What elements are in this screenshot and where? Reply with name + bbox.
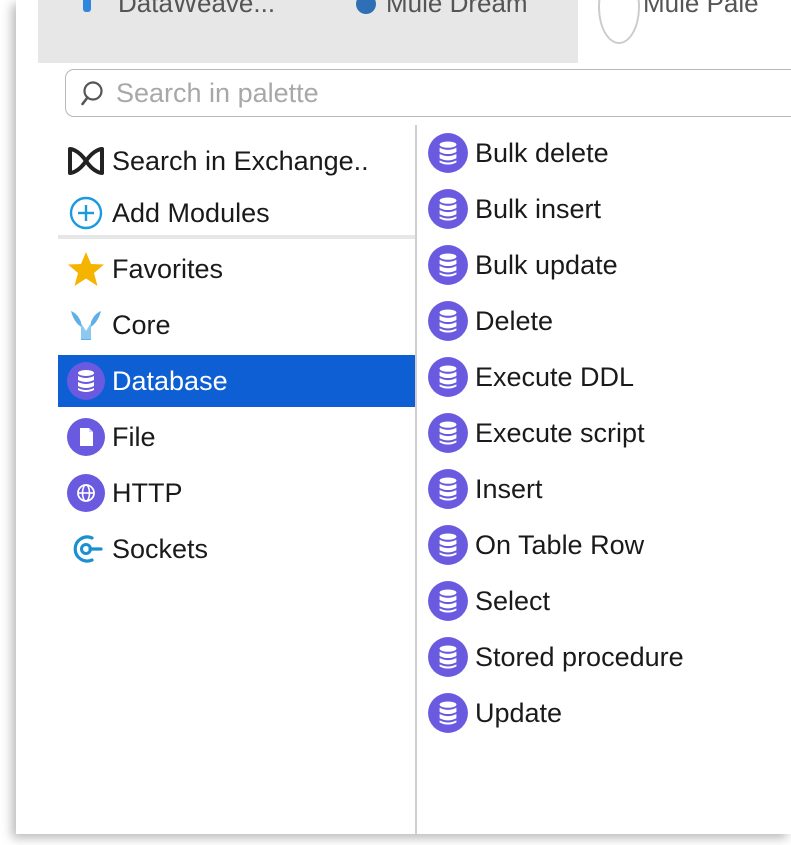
operation-label: Select	[475, 585, 551, 616]
category-search-exchange[interactable]: Search in Exchange..	[58, 135, 416, 187]
tab-mule-dream[interactable]: Mule Dream	[386, 0, 528, 18]
database-icon	[428, 245, 468, 285]
operation-label: Insert	[475, 473, 543, 504]
category-favorites[interactable]: Favorites	[58, 243, 416, 295]
search-input[interactable]	[116, 76, 716, 110]
category-label: Search in Exchange..	[112, 145, 369, 176]
operation-update[interactable]: Update	[418, 687, 791, 739]
editor-tab-bar: DataWeave... Mule Dream Mule Pale	[38, 0, 791, 63]
database-icon	[428, 525, 468, 565]
operation-execute-ddl[interactable]: Execute DDL	[418, 351, 791, 403]
category-label: File	[112, 421, 156, 452]
operation-bulk-update[interactable]: Bulk update	[418, 239, 791, 291]
operation-label: Delete	[475, 305, 554, 336]
database-icon	[428, 189, 468, 229]
operation-bulk-insert[interactable]: Bulk insert	[418, 183, 791, 235]
operation-list: Bulk delete Bulk insert Bulk update Dele…	[418, 125, 791, 834]
category-label: Add Modules	[112, 197, 270, 228]
palette-window: DataWeave... Mule Dream Mule Pale Search…	[16, 0, 791, 834]
operation-bulk-delete[interactable]: Bulk delete	[418, 127, 791, 179]
operation-label: Execute script	[475, 417, 645, 448]
operation-stored-procedure[interactable]: Stored procedure	[418, 631, 791, 683]
dataweave-tab-icon	[83, 0, 91, 12]
category-database[interactable]: Database	[58, 355, 416, 407]
operation-delete[interactable]: Delete	[418, 295, 791, 347]
inactive-tabs: DataWeave... Mule Dream	[38, 0, 578, 63]
category-divider	[58, 235, 416, 239]
mule-tab-icon	[356, 0, 376, 14]
pane-divider[interactable]	[415, 125, 417, 834]
operation-label: Update	[475, 697, 563, 728]
file-icon	[66, 417, 106, 457]
operation-label: On Table Row	[475, 529, 645, 560]
operation-label: Stored procedure	[475, 641, 684, 672]
operation-on-table-row[interactable]: On Table Row	[418, 519, 791, 571]
database-icon	[428, 301, 468, 341]
palette-search	[65, 69, 791, 117]
category-sockets[interactable]: Sockets	[58, 523, 416, 575]
plus-circle-icon	[66, 193, 106, 233]
database-icon	[428, 357, 468, 397]
database-icon	[428, 693, 468, 733]
operation-label: Bulk insert	[475, 193, 602, 224]
category-file[interactable]: File	[58, 411, 416, 463]
category-label: Favorites	[112, 253, 224, 284]
category-label: Core	[112, 309, 171, 340]
search-icon	[81, 81, 103, 106]
category-label: Sockets	[112, 533, 209, 564]
category-http[interactable]: HTTP	[58, 467, 416, 519]
database-icon	[428, 413, 468, 453]
operation-label: Bulk update	[475, 249, 618, 280]
database-icon	[428, 581, 468, 621]
tab-mule-palette[interactable]: Mule Pale	[643, 0, 759, 18]
exchange-icon	[66, 141, 106, 181]
palette-tab-icon	[598, 0, 640, 44]
database-icon	[66, 361, 106, 401]
operation-insert[interactable]: Insert	[418, 463, 791, 515]
database-icon	[428, 133, 468, 173]
mule-core-icon	[66, 305, 106, 345]
palette-categories: Search in Exchange.. Add Modules Favorit…	[58, 125, 416, 834]
operation-select[interactable]: Select	[418, 575, 791, 627]
category-add-modules[interactable]: Add Modules	[58, 187, 416, 239]
category-label: HTTP	[112, 477, 183, 508]
category-label: Database	[112, 365, 228, 396]
operation-label: Execute DDL	[475, 361, 635, 392]
globe-icon	[66, 473, 106, 513]
operation-label: Bulk delete	[475, 137, 609, 168]
category-core[interactable]: Core	[58, 299, 416, 351]
tab-dataweave[interactable]: DataWeave...	[118, 0, 275, 18]
operation-execute-script[interactable]: Execute script	[418, 407, 791, 459]
database-icon	[428, 637, 468, 677]
star-icon	[66, 249, 106, 289]
sockets-icon	[66, 529, 106, 569]
database-icon	[428, 469, 468, 509]
